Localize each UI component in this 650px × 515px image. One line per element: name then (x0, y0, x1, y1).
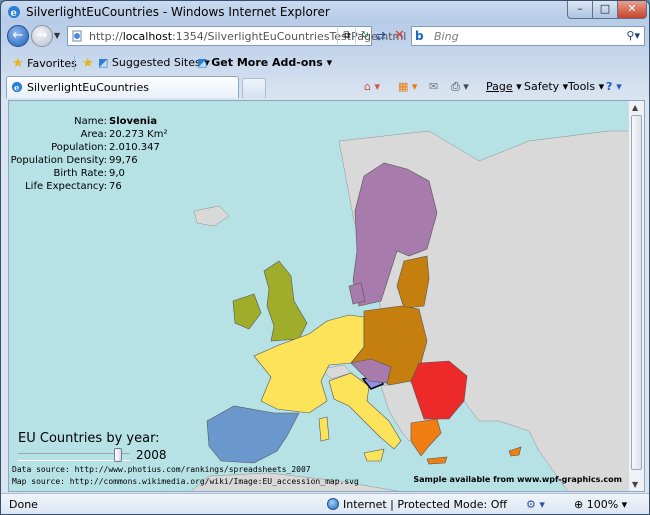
year-value: 2008 (136, 448, 167, 462)
ireland (232, 293, 262, 330)
ie-logo-icon: e (8, 6, 20, 19)
get-addons-button[interactable]: ◩ Get More Add-ons ▾ (197, 56, 332, 69)
year-slider-thumb[interactable] (114, 448, 122, 462)
tab-silverlight[interactable]: e SilverlightEuCountries (6, 76, 239, 98)
iceland-land (193, 205, 230, 227)
security-zone-text[interactable]: Internet | Protected Mode: Off (343, 498, 507, 511)
mail-icon[interactable]: ✉ (429, 80, 438, 93)
window-title: SilverlightEuCountries - Windows Interne… (26, 5, 330, 19)
data-source-text: Data source: http://www.photius.com/rank… (12, 465, 311, 474)
scroll-up-icon[interactable]: ▲ (632, 103, 638, 112)
iberia (206, 405, 300, 464)
divider (74, 55, 75, 71)
info-label: Birth Rate: (53, 168, 108, 179)
greece (410, 418, 442, 457)
compatibility-icon[interactable]: ⧉ (337, 28, 356, 44)
refresh-button-icon[interactable]: ⇄ (376, 29, 386, 43)
search-icon[interactable]: ⚲▾ (626, 29, 640, 42)
svg-text:e: e (14, 83, 20, 93)
security-settings-icon[interactable]: ⚙ ▾ (526, 498, 545, 511)
scrollbar-thumb[interactable] (631, 115, 642, 470)
star-icon: ★ (12, 56, 24, 71)
bing-icon: b (415, 29, 424, 43)
sample-link[interactable]: Sample available from www.wpf-graphics.c… (413, 475, 622, 484)
status-bar: Done Internet | Protected Mode: Off ⚙ ▾ … (1, 493, 649, 514)
maximize-button[interactable]: □ (592, 1, 618, 19)
safety-menu[interactable]: Safety ▾ (524, 80, 568, 93)
sardinia (318, 416, 330, 442)
search-input[interactable]: Bing (434, 30, 459, 43)
sicily (363, 448, 385, 462)
info-label: Life Expectancy: (25, 181, 107, 192)
browser-window: e SilverlightEuCountries - Windows Inter… (0, 0, 650, 515)
page-menu[interactable]: Page ▾ (486, 80, 522, 93)
ie-page-icon: ◩ (197, 56, 208, 69)
stop-icon[interactable]: ✕ (394, 28, 405, 43)
ie-logo-icon: e (11, 81, 23, 93)
cyprus (508, 446, 522, 457)
info-value: 2.010.347 (109, 142, 160, 153)
map-source-text: Map source: http://commons.wikimedia.org… (12, 477, 359, 486)
scroll-down-icon[interactable]: ▼ (632, 480, 638, 489)
suggested-sites-button[interactable]: ◩ Suggested Sites ▾ (98, 56, 210, 69)
vertical-scrollbar[interactable]: ▲ ▼ (628, 101, 644, 491)
silverlight-content: Name: Slovenia Area: 20.273 Km² Population: 2… (8, 100, 645, 492)
info-value: 99,76 (109, 155, 138, 166)
address-row: ← → ▼ http://localhost:1354/SilverlightE… (1, 24, 649, 50)
new-tab-button[interactable] (242, 78, 266, 98)
add-to-favorites-icon[interactable]: ★ (82, 56, 94, 71)
info-label: Population Density: (10, 155, 107, 166)
tab-label: SilverlightEuCountries (27, 81, 149, 94)
info-value: 9,0 (109, 168, 125, 179)
search-box[interactable]: b Bing ⚲▾ (411, 26, 645, 46)
home-icon[interactable]: ⌂ ▾ (364, 80, 380, 93)
minimize-button[interactable]: – (567, 1, 593, 19)
year-slider[interactable] (18, 448, 130, 462)
print-icon[interactable]: ⎙ ▾ (451, 80, 469, 94)
refresh-icon[interactable]: ↻ (355, 28, 374, 44)
history-dropdown-icon[interactable]: ▼ (54, 31, 60, 40)
title-bar: e SilverlightEuCountries - Windows Inter… (1, 1, 649, 23)
tab-row: e SilverlightEuCountries ⌂ ▾ ▦ ▾ ✉ ⎙ ▾ P… (1, 75, 649, 99)
internet-zone-icon (327, 498, 339, 510)
status-text: Done (9, 498, 38, 511)
close-button[interactable]: ✕ (617, 1, 647, 19)
page-icon (72, 30, 82, 42)
help-icon[interactable]: ? ▾ (606, 80, 622, 93)
great-britain (263, 260, 308, 342)
info-label: Name: (74, 116, 107, 127)
info-value: 20.273 Km² (109, 129, 168, 140)
favorites-bar: ★ Favorites ★ ◩ Suggested Sites ▾ ◩ Get … (1, 52, 649, 74)
ie-page-icon: ◩ (98, 56, 109, 69)
zoom-control[interactable]: ⊕ 100% ▾ (574, 498, 627, 511)
back-button[interactable]: ← (7, 25, 29, 47)
tools-menu[interactable]: Tools ▾ (568, 80, 604, 93)
address-bar[interactable]: http://localhost:1354/SilverlightEuCount… (67, 26, 406, 46)
favorites-button[interactable]: ★ Favorites (12, 56, 77, 71)
info-label: Population: (51, 142, 107, 153)
info-label: Area: (80, 129, 107, 140)
crete (426, 456, 448, 465)
year-control-title: EU Countries by year: (18, 431, 160, 446)
feeds-icon[interactable]: ▦ ▾ (398, 80, 417, 93)
info-value: Slovenia (109, 116, 158, 127)
forward-button[interactable]: → (31, 25, 53, 47)
svg-text:e: e (11, 8, 17, 19)
info-value: 76 (109, 181, 122, 192)
